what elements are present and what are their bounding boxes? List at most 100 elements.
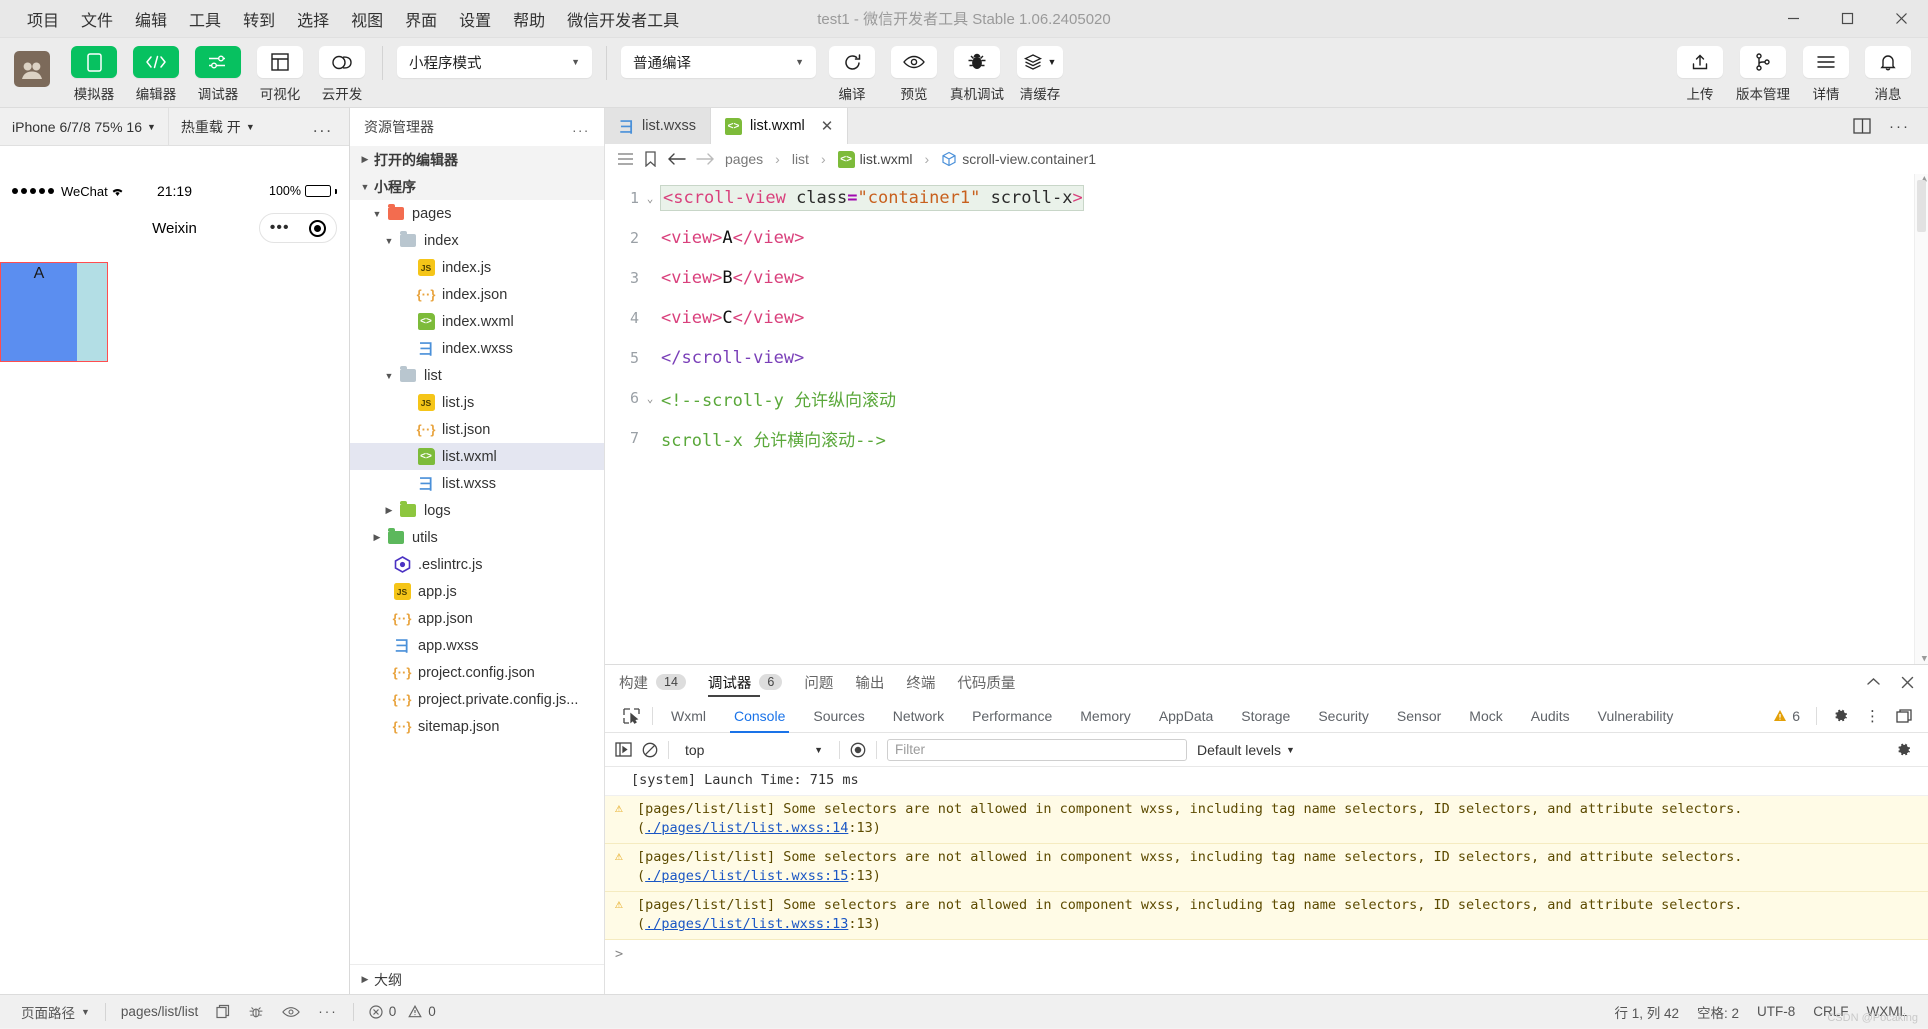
tree-item-utils[interactable]: ▶ utils xyxy=(350,524,604,551)
simulator-screen[interactable]: WeChat 21:19 100% Weixin ••• xyxy=(0,146,349,994)
warning-count-badge[interactable]: 6 xyxy=(1773,708,1800,724)
console-filter-input[interactable]: Filter xyxy=(887,739,1187,761)
fold-chevron-icon[interactable]: ⌄ xyxy=(639,192,661,205)
subtab-performance[interactable]: Performance xyxy=(958,699,1066,733)
toolbar-simulator-button[interactable]: 模拟器 xyxy=(68,46,120,103)
subtab-network[interactable]: Network xyxy=(879,699,958,733)
breadcrumb-pages[interactable]: pages xyxy=(725,151,763,167)
console-message-link[interactable]: ./pages/list/list.wxss:13 xyxy=(645,916,848,932)
status-encoding[interactable]: UTF-8 xyxy=(1748,995,1804,1029)
tree-item-list-js[interactable]: JS list.js xyxy=(350,389,604,416)
tree-item-eslintrc[interactable]: .eslintrc.js xyxy=(350,551,604,578)
tree-item-project-private-config[interactable]: {··} project.private.config.js... xyxy=(350,686,604,713)
upload-button[interactable]: 上传 xyxy=(1674,46,1726,103)
tree-item-index-js[interactable]: JS index.js xyxy=(350,254,604,281)
devtools-tab-terminal[interactable]: 终端 xyxy=(906,665,935,699)
outline-section[interactable]: ▶ 大纲 xyxy=(350,964,604,994)
maximize-icon[interactable] xyxy=(1820,0,1874,38)
subtab-storage[interactable]: Storage xyxy=(1227,699,1304,733)
subtab-sources[interactable]: Sources xyxy=(799,699,878,733)
nav-back-icon[interactable] xyxy=(667,152,686,166)
editor-more-icon[interactable]: ··· xyxy=(1889,118,1910,135)
tree-item-index-json[interactable]: {··} index.json xyxy=(350,281,604,308)
status-more-button[interactable]: ··· xyxy=(309,995,347,1029)
tree-item-app-json[interactable]: {··} app.json xyxy=(350,605,604,632)
menu-item-devtools[interactable]: 微信开发者工具 xyxy=(556,3,690,35)
device-selector[interactable]: iPhone 6/7/8 75% 16 ▼ xyxy=(0,108,168,146)
toolbar-cloud-button[interactable]: 云开发 xyxy=(316,46,368,103)
editor-minimap[interactable]: ▲ ▼ xyxy=(1914,174,1928,664)
explorer-more-button[interactable]: ... xyxy=(572,119,590,135)
version-control-button[interactable]: 版本管理 xyxy=(1736,46,1790,103)
bookmark-icon[interactable] xyxy=(644,151,657,167)
devtools-tab-debugger[interactable]: 调试器 6 xyxy=(708,665,782,699)
minimize-icon[interactable] xyxy=(1766,0,1820,38)
console-output[interactable]: [system] Launch Time: 715 ms ⚠ [pages/li… xyxy=(605,767,1928,994)
status-page-path-selector[interactable]: 页面路径 ▼ xyxy=(12,995,99,1029)
close-icon[interactable] xyxy=(1901,676,1914,689)
tree-item-logs[interactable]: ▶ logs xyxy=(350,497,604,524)
toolbar-editor-button[interactable]: 编辑器 xyxy=(130,46,182,103)
subtab-audits[interactable]: Audits xyxy=(1517,699,1584,733)
tree-item-index-wxml[interactable]: <> index.wxml xyxy=(350,308,604,335)
console-levels-select[interactable]: Default levels ▼ xyxy=(1197,742,1295,758)
menu-item-tools[interactable]: 工具 xyxy=(178,3,232,35)
status-problems[interactable]: 0 0 xyxy=(360,995,445,1029)
tree-item-app-wxss[interactable]: 彐 app.wxss xyxy=(350,632,604,659)
split-editor-icon[interactable] xyxy=(1853,118,1871,134)
inspect-element-icon[interactable] xyxy=(615,708,648,724)
tree-item-project-config[interactable]: {··} project.config.json xyxy=(350,659,604,686)
toolbar-debugger-button[interactable]: 调试器 xyxy=(192,46,244,103)
details-button[interactable]: 详情 xyxy=(1800,46,1852,103)
scrollbar-thumb[interactable] xyxy=(1917,180,1926,232)
tree-item-list-folder[interactable]: ▼ list xyxy=(350,362,604,389)
devtools-tab-code-quality[interactable]: 代码质量 xyxy=(957,665,1015,699)
devtools-tab-build[interactable]: 构建 14 xyxy=(619,665,686,699)
menu-item-view[interactable]: 视图 xyxy=(340,3,394,35)
subtab-sensor[interactable]: Sensor xyxy=(1383,699,1455,733)
copy-path-button[interactable] xyxy=(207,995,239,1029)
menu-item-edit[interactable]: 编辑 xyxy=(124,3,178,35)
console-message-link[interactable]: ./pages/list/list.wxss:14 xyxy=(645,820,848,836)
code-line-1[interactable]: 1 ⌄ <scroll-view class="container1" scro… xyxy=(605,178,1928,218)
section-miniprogram[interactable]: ▼ 小程序 xyxy=(350,173,604,200)
tree-item-sitemap-json[interactable]: {··} sitemap.json xyxy=(350,713,604,740)
capsule-button[interactable]: ••• xyxy=(259,213,337,243)
editor-tab-list-wxml[interactable]: <> list.wxml ✕ xyxy=(711,108,848,144)
status-debug-button[interactable] xyxy=(239,995,273,1029)
menu-item-file[interactable]: 文件 xyxy=(70,3,124,35)
tree-item-index-folder[interactable]: ▼ index xyxy=(350,227,604,254)
compile-select-box[interactable]: 普通编译 ▼ xyxy=(621,46,816,78)
menu-item-help[interactable]: 帮助 xyxy=(502,3,556,35)
mode-select-box[interactable]: 小程序模式 ▼ xyxy=(397,46,592,78)
devtools-tab-output[interactable]: 输出 xyxy=(855,665,884,699)
code-line-7[interactable]: 7 scroll-x 允许横向滚动--> xyxy=(605,418,1928,458)
console-execute-icon[interactable] xyxy=(615,742,632,757)
console-eye-icon[interactable] xyxy=(850,742,866,758)
messages-button[interactable]: 消息 xyxy=(1862,46,1914,103)
subtab-mock[interactable]: Mock xyxy=(1455,699,1516,733)
kebab-menu-icon[interactable]: ⋮ xyxy=(1865,707,1880,725)
menu-item-interface[interactable]: 界面 xyxy=(394,3,448,35)
status-preview-button[interactable] xyxy=(273,995,309,1029)
subtab-memory[interactable]: Memory xyxy=(1066,699,1145,733)
section-open-editors[interactable]: ▶ 打开的编辑器 xyxy=(350,146,604,173)
subtab-security[interactable]: Security xyxy=(1304,699,1383,733)
subtab-appdata[interactable]: AppData xyxy=(1145,699,1227,733)
compile-button[interactable]: 编译 xyxy=(826,46,878,103)
menu-item-select[interactable]: 选择 xyxy=(286,3,340,35)
outline-list-icon[interactable] xyxy=(617,152,634,166)
real-device-debug-button[interactable]: 真机调试 xyxy=(950,46,1004,103)
devtools-tab-problems[interactable]: 问题 xyxy=(804,665,833,699)
simulator-more-button[interactable]: ... xyxy=(297,117,349,137)
code-line-4[interactable]: 4 <view>C</view> xyxy=(605,298,1928,338)
code-line-2[interactable]: 2 <view>A</view> xyxy=(605,218,1928,258)
tree-item-app-js[interactable]: JS app.js xyxy=(350,578,604,605)
subtab-console[interactable]: Console xyxy=(720,699,799,733)
clear-cache-button[interactable]: ▼ 清缓存 xyxy=(1014,46,1066,103)
tree-item-index-wxss[interactable]: 彐 index.wxss xyxy=(350,335,604,362)
preview-button[interactable]: 预览 xyxy=(888,46,940,103)
toolbar-visual-button[interactable]: 可视化 xyxy=(254,46,306,103)
menu-item-goto[interactable]: 转到 xyxy=(232,3,286,35)
gear-icon[interactable] xyxy=(1833,708,1849,724)
